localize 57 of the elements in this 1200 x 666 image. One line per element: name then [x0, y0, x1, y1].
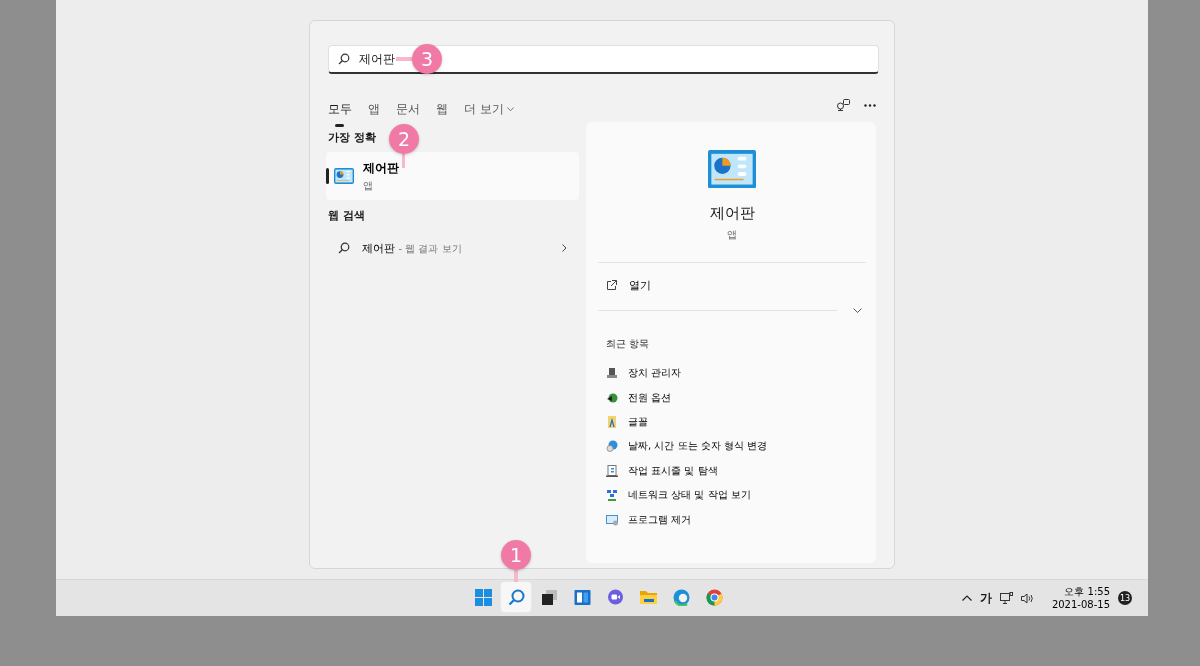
filter-tab[interactable]: 앱 [368, 92, 380, 127]
filter-tab[interactable]: 문서 [396, 92, 420, 127]
recent-item[interactable]: 전원 옵션 [598, 385, 866, 410]
result-title: 제어판 [363, 159, 399, 177]
more-icon [864, 103, 876, 107]
clock-button[interactable]: 오후 1:55 2021-08-15 [1051, 585, 1110, 611]
preview-title: 제어판 [709, 204, 755, 224]
recent-item[interactable]: 작업 표시줄 및 탐색 [598, 458, 866, 483]
windows-icon [474, 588, 492, 606]
recent-item[interactable]: 네트워크 상태 및 작업 보기 [598, 482, 866, 508]
folder-icon [639, 588, 657, 606]
section-heading: 최근 항목 [606, 337, 651, 351]
section-heading: 가장 정확 [328, 130, 376, 146]
result-type: 앱 [363, 178, 374, 193]
font-icon [606, 415, 618, 428]
chevron-down-icon [506, 107, 514, 112]
chrome-icon [705, 588, 723, 606]
edge-icon [672, 588, 690, 606]
recent-item[interactable]: 날짜, 시간 또는 숫자 형식 변경 [598, 434, 866, 459]
input-method-indicator[interactable]: 가 [979, 589, 992, 607]
recent-item[interactable]: 장치 관리자 [598, 361, 866, 386]
globe-clock-icon [606, 440, 618, 453]
filter-tab[interactable]: 더 보기 [464, 92, 514, 127]
network-icon [999, 592, 1013, 604]
people-icon [836, 99, 850, 111]
network-icon [606, 489, 618, 502]
result-item[interactable]: 제어판 앱 [326, 152, 579, 200]
notification-badge: 13 [1118, 591, 1132, 605]
open-action[interactable]: 열기 [598, 265, 866, 305]
show-hidden-icons-button[interactable] [961, 595, 972, 601]
control-panel-icon [334, 168, 354, 184]
account-button[interactable] [836, 99, 850, 111]
filter-tab[interactable]: 웹 [436, 92, 448, 127]
task-view-icon [540, 588, 558, 606]
chevron-right-icon [562, 244, 567, 252]
more-button[interactable] [864, 103, 876, 107]
chat-icon [606, 588, 624, 606]
preview-type: 앱 [727, 228, 737, 243]
chevron-down-icon [853, 307, 862, 313]
speaker-icon [1020, 592, 1034, 604]
search-icon [338, 242, 350, 254]
chevron-up-icon [961, 595, 972, 601]
programs-icon [606, 513, 618, 526]
recent-item[interactable]: 글꼴 [598, 409, 866, 435]
recent-item[interactable]: 프로그램 제거 [598, 507, 866, 532]
power-plug-icon [606, 391, 618, 404]
web-result-text: 제어판 - 웹 결과 보기 [362, 240, 463, 256]
search-icon [338, 53, 350, 65]
widgets-icon [573, 588, 591, 606]
control-panel-icon [708, 150, 756, 189]
search-icon [507, 588, 525, 606]
section-heading: 웹 검색 [328, 208, 365, 224]
device-manager-icon [606, 367, 618, 380]
taskbar-icon [606, 464, 618, 477]
filter-tab[interactable]: 모두 [328, 92, 352, 127]
open-external-icon [606, 279, 617, 291]
web-result[interactable]: 제어판 - 웹 결과 보기 [326, 236, 579, 260]
